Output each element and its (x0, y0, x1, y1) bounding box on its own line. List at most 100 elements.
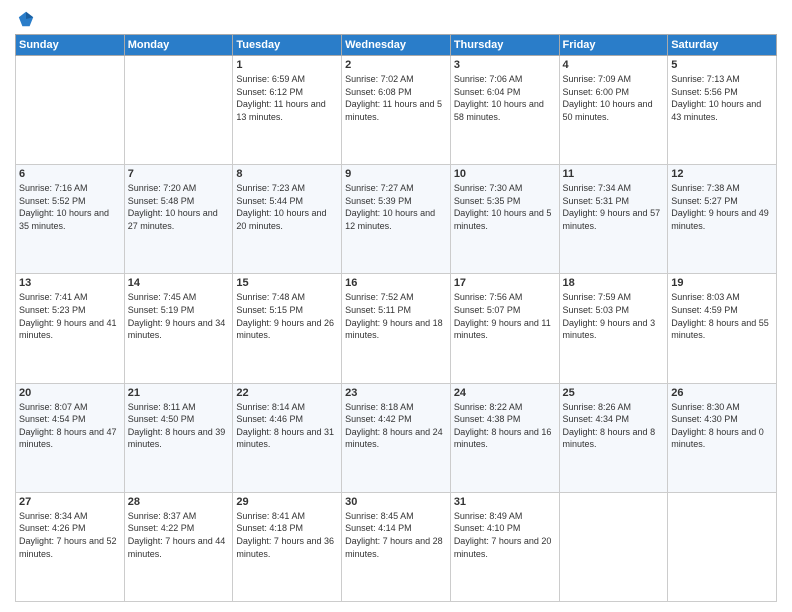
day-number: 28 (128, 496, 230, 508)
calendar-day-cell: 28 Sunrise: 8:37 AM Sunset: 4:22 PM Dayli… (124, 492, 233, 601)
weekday-header-cell: Sunday (16, 35, 125, 56)
weekday-header-cell: Friday (559, 35, 668, 56)
day-number: 31 (454, 496, 556, 508)
calendar-day-cell: 7 Sunrise: 7:20 AM Sunset: 5:48 PM Daylig… (124, 165, 233, 274)
day-info: Sunrise: 7:23 AM Sunset: 5:44 PM Dayligh… (236, 182, 338, 232)
day-number: 22 (236, 387, 338, 399)
day-info: Sunrise: 8:18 AM Sunset: 4:42 PM Dayligh… (345, 401, 447, 451)
calendar-day-cell: 22 Sunrise: 8:14 AM Sunset: 4:46 PM Dayli… (233, 383, 342, 492)
day-number: 20 (19, 387, 121, 399)
day-number: 30 (345, 496, 447, 508)
calendar-day-cell: 12 Sunrise: 7:38 AM Sunset: 5:27 PM Dayli… (668, 165, 777, 274)
calendar-day-cell (16, 56, 125, 165)
day-number: 21 (128, 387, 230, 399)
day-number: 7 (128, 168, 230, 180)
calendar-day-cell: 18 Sunrise: 7:59 AM Sunset: 5:03 PM Dayli… (559, 274, 668, 383)
weekday-header-cell: Wednesday (342, 35, 451, 56)
day-info: Sunrise: 7:30 AM Sunset: 5:35 PM Dayligh… (454, 182, 556, 232)
day-number: 19 (671, 277, 773, 289)
day-info: Sunrise: 7:02 AM Sunset: 6:08 PM Dayligh… (345, 73, 447, 123)
day-number: 5 (671, 59, 773, 71)
header (15, 10, 777, 28)
calendar-week-row: 20 Sunrise: 8:07 AM Sunset: 4:54 PM Dayli… (16, 383, 777, 492)
day-number: 15 (236, 277, 338, 289)
calendar-day-cell (124, 56, 233, 165)
day-number: 23 (345, 387, 447, 399)
day-info: Sunrise: 7:59 AM Sunset: 5:03 PM Dayligh… (563, 291, 665, 341)
weekday-header-row: SundayMondayTuesdayWednesdayThursdayFrid… (16, 35, 777, 56)
calendar-day-cell: 31 Sunrise: 8:49 AM Sunset: 4:10 PM Dayli… (450, 492, 559, 601)
calendar-week-row: 6 Sunrise: 7:16 AM Sunset: 5:52 PM Daylig… (16, 165, 777, 274)
calendar-day-cell: 29 Sunrise: 8:41 AM Sunset: 4:18 PM Dayli… (233, 492, 342, 601)
calendar-day-cell (559, 492, 668, 601)
day-info: Sunrise: 7:27 AM Sunset: 5:39 PM Dayligh… (345, 182, 447, 232)
calendar-day-cell: 26 Sunrise: 8:30 AM Sunset: 4:30 PM Dayli… (668, 383, 777, 492)
day-number: 1 (236, 59, 338, 71)
day-info: Sunrise: 8:03 AM Sunset: 4:59 PM Dayligh… (671, 291, 773, 341)
day-number: 17 (454, 277, 556, 289)
calendar-day-cell: 4Sunrise: 7:09 AM Sunset: 6:00 PM Daylig… (559, 56, 668, 165)
day-info: Sunrise: 8:14 AM Sunset: 4:46 PM Dayligh… (236, 401, 338, 451)
weekday-header-cell: Monday (124, 35, 233, 56)
calendar-day-cell: 30 Sunrise: 8:45 AM Sunset: 4:14 PM Dayli… (342, 492, 451, 601)
day-info: Sunrise: 8:22 AM Sunset: 4:38 PM Dayligh… (454, 401, 556, 451)
day-number: 8 (236, 168, 338, 180)
calendar-day-cell: 25 Sunrise: 8:26 AM Sunset: 4:34 PM Dayli… (559, 383, 668, 492)
calendar-day-cell: 20 Sunrise: 8:07 AM Sunset: 4:54 PM Dayli… (16, 383, 125, 492)
calendar-day-cell (668, 492, 777, 601)
calendar-day-cell: 16 Sunrise: 7:52 AM Sunset: 5:11 PM Dayli… (342, 274, 451, 383)
day-info: Sunrise: 8:07 AM Sunset: 4:54 PM Dayligh… (19, 401, 121, 451)
day-number: 12 (671, 168, 773, 180)
day-number: 10 (454, 168, 556, 180)
calendar-day-cell: 27 Sunrise: 8:34 AM Sunset: 4:26 PM Dayli… (16, 492, 125, 601)
day-info: Sunrise: 7:16 AM Sunset: 5:52 PM Dayligh… (19, 182, 121, 232)
calendar-day-cell: 13 Sunrise: 7:41 AM Sunset: 5:23 PM Dayli… (16, 274, 125, 383)
day-info: Sunrise: 7:34 AM Sunset: 5:31 PM Dayligh… (563, 182, 665, 232)
calendar-day-cell: 9 Sunrise: 7:27 AM Sunset: 5:39 PM Daylig… (342, 165, 451, 274)
day-info: Sunrise: 8:34 AM Sunset: 4:26 PM Dayligh… (19, 510, 121, 560)
day-info: Sunrise: 8:41 AM Sunset: 4:18 PM Dayligh… (236, 510, 338, 560)
day-number: 2 (345, 59, 447, 71)
weekday-header-cell: Thursday (450, 35, 559, 56)
day-number: 18 (563, 277, 665, 289)
calendar-table: SundayMondayTuesdayWednesdayThursdayFrid… (15, 34, 777, 602)
day-info: Sunrise: 8:45 AM Sunset: 4:14 PM Dayligh… (345, 510, 447, 560)
day-info: Sunrise: 8:30 AM Sunset: 4:30 PM Dayligh… (671, 401, 773, 451)
calendar-day-cell: 1 Sunrise: 6:59 AM Sunset: 6:12 PM Daylig… (233, 56, 342, 165)
calendar-day-cell: 11 Sunrise: 7:34 AM Sunset: 5:31 PM Dayli… (559, 165, 668, 274)
day-info: Sunrise: 6:59 AM Sunset: 6:12 PM Dayligh… (236, 73, 338, 123)
day-info: Sunrise: 7:52 AM Sunset: 5:11 PM Dayligh… (345, 291, 447, 341)
day-number: 9 (345, 168, 447, 180)
day-info: Sunrise: 8:49 AM Sunset: 4:10 PM Dayligh… (454, 510, 556, 560)
day-info: Sunrise: 7:56 AM Sunset: 5:07 PM Dayligh… (454, 291, 556, 341)
calendar-day-cell: 15 Sunrise: 7:48 AM Sunset: 5:15 PM Dayli… (233, 274, 342, 383)
calendar-week-row: 27 Sunrise: 8:34 AM Sunset: 4:26 PM Dayli… (16, 492, 777, 601)
day-number: 6 (19, 168, 121, 180)
day-number: 16 (345, 277, 447, 289)
day-info: Sunrise: 7:20 AM Sunset: 5:48 PM Dayligh… (128, 182, 230, 232)
page: SundayMondayTuesdayWednesdayThursdayFrid… (0, 0, 792, 612)
day-number: 27 (19, 496, 121, 508)
day-info: Sunrise: 7:41 AM Sunset: 5:23 PM Dayligh… (19, 291, 121, 341)
day-info: Sunrise: 7:09 AM Sunset: 6:00 PM Dayligh… (563, 73, 665, 123)
day-info: Sunrise: 8:11 AM Sunset: 4:50 PM Dayligh… (128, 401, 230, 451)
day-info: Sunrise: 7:48 AM Sunset: 5:15 PM Dayligh… (236, 291, 338, 341)
day-info: Sunrise: 7:13 AM Sunset: 5:56 PM Dayligh… (671, 73, 773, 123)
logo (15, 10, 35, 28)
calendar-day-cell: 21 Sunrise: 8:11 AM Sunset: 4:50 PM Dayli… (124, 383, 233, 492)
day-info: Sunrise: 7:38 AM Sunset: 5:27 PM Dayligh… (671, 182, 773, 232)
calendar-day-cell: 24Sunrise: 8:22 AM Sunset: 4:38 PM Dayli… (450, 383, 559, 492)
day-info: Sunrise: 8:37 AM Sunset: 4:22 PM Dayligh… (128, 510, 230, 560)
day-info: Sunrise: 7:45 AM Sunset: 5:19 PM Dayligh… (128, 291, 230, 341)
day-number: 13 (19, 277, 121, 289)
day-info: Sunrise: 8:26 AM Sunset: 4:34 PM Dayligh… (563, 401, 665, 451)
day-number: 26 (671, 387, 773, 399)
day-info: Sunrise: 7:06 AM Sunset: 6:04 PM Dayligh… (454, 73, 556, 123)
day-number: 11 (563, 168, 665, 180)
logo-flag-icon (17, 10, 35, 28)
day-number: 29 (236, 496, 338, 508)
calendar-day-cell: 14Sunrise: 7:45 AM Sunset: 5:19 PM Dayli… (124, 274, 233, 383)
day-number: 25 (563, 387, 665, 399)
calendar-day-cell: 6 Sunrise: 7:16 AM Sunset: 5:52 PM Daylig… (16, 165, 125, 274)
calendar-day-cell: 19 Sunrise: 8:03 AM Sunset: 4:59 PM Dayli… (668, 274, 777, 383)
